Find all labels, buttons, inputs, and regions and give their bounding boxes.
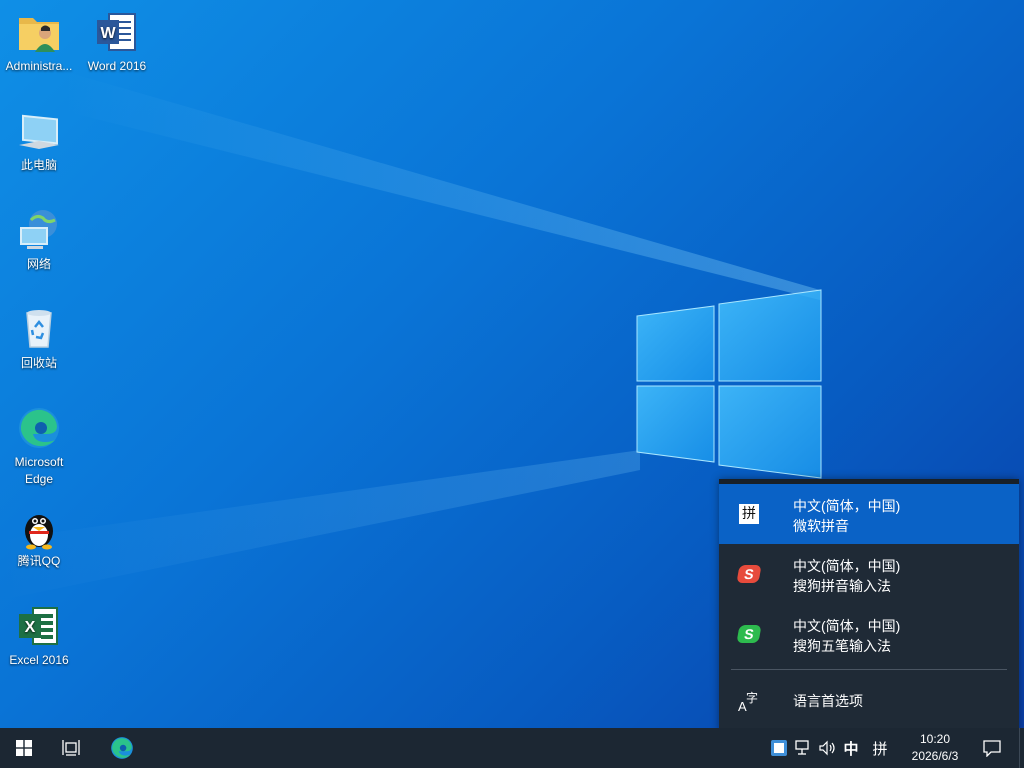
desktop-icon-label: 网络 <box>26 257 51 271</box>
ime-item-language: 中文(简体，中国) <box>793 558 901 574</box>
desktop-icon-network[interactable]: 网络 <box>0 206 78 273</box>
desktop: Administra... W Word 2016 此电脑 网络 回收站 Mic… <box>0 0 1024 728</box>
windows-logo-wallpaper <box>636 289 822 479</box>
ime-item-name: 搜狗五笔输入法 <box>793 638 891 654</box>
desktop-icon-label: Excel 2016 <box>9 653 69 667</box>
ime-item-language: 中文(简体，中国) <box>793 618 901 634</box>
desktop-icon-label: Word 2016 <box>87 59 147 73</box>
ime-item-name: 微软拼音 <box>793 518 849 534</box>
clock-time: 10:20 <box>919 732 951 746</box>
desktop-icon-recycle-bin[interactable]: 回收站 <box>0 305 78 372</box>
desktop-icon-this-pc[interactable]: 此电脑 <box>0 107 78 174</box>
excel-icon: X <box>19 607 58 645</box>
desktop-icon-edge[interactable]: Microsoft Edge <box>0 404 78 488</box>
sogou-wubi-icon-glyph: S <box>736 625 762 643</box>
desktop-icon-label: 腾讯QQ <box>17 554 61 568</box>
tray-ime-layout[interactable]: 拼 <box>868 728 892 768</box>
word-icon: W <box>97 13 136 51</box>
notification-icon <box>983 740 1001 757</box>
ime-item-language: 中文(简体，中国) <box>793 498 901 514</box>
tray-clock[interactable]: 10:20 2026/6/3 <box>900 728 970 768</box>
tray-volume-button[interactable] <box>818 728 838 768</box>
ime-item-sogou-wubi[interactable]: S 中文(简体，中国) 搜狗五笔输入法 <box>719 604 1019 664</box>
pinyin-icon-glyph: 拼 <box>739 504 759 524</box>
task-view-icon <box>62 740 80 756</box>
menu-separator <box>731 669 1007 670</box>
tray-ime-mode[interactable]: 中 <box>840 728 862 768</box>
sogou-pinyin-icon-glyph: S <box>736 565 762 583</box>
user-folder-icon <box>19 18 59 52</box>
tray-sogou-icon[interactable] <box>770 728 788 768</box>
ime-item-sogou-pinyin[interactable]: S 中文(简体，中国) 搜狗拼音输入法 <box>719 544 1019 604</box>
desktop-icon-label: 此电脑 <box>20 158 57 172</box>
svg-text:W: W <box>100 25 116 42</box>
desktop-icon-qq[interactable]: 腾讯QQ <box>0 503 78 570</box>
taskbar: 中 拼 10:20 2026/6/3 <box>0 728 1024 768</box>
taskbar-edge-button[interactable] <box>98 728 146 768</box>
sogou-pinyin-icon: S <box>736 562 762 586</box>
sogou-tray-icon <box>771 740 787 756</box>
clock-date: 2026/6/3 <box>911 749 959 763</box>
recycle-bin-icon <box>26 310 52 348</box>
ime-item-microsoft-pinyin[interactable]: 拼 中文(简体，中国) 微软拼音 <box>719 484 1019 544</box>
language-preferences-item[interactable]: A 字 语言首选项 <box>719 671 1019 728</box>
svg-text:X: X <box>25 619 36 636</box>
desktop-icon-label: Administra... <box>5 59 73 73</box>
language-preferences-icon: A 字 <box>737 689 761 713</box>
qq-icon <box>25 515 53 550</box>
windows-start-icon <box>16 740 32 756</box>
language-preferences-label: 语言首选项 <box>793 693 863 709</box>
computer-icon <box>19 114 59 149</box>
desktop-icon-label: Microsoft Edge <box>14 455 64 486</box>
desktop-icon-word[interactable]: W Word 2016 <box>78 8 156 75</box>
desktop-icon-administrator[interactable]: Administra... <box>0 8 78 75</box>
action-center-button[interactable] <box>976 728 1008 768</box>
desktop-icon-label: 回收站 <box>20 356 57 370</box>
show-desktop-button[interactable] <box>1019 728 1024 768</box>
task-view-button[interactable] <box>48 728 96 768</box>
volume-icon <box>819 740 835 756</box>
svg-text:字: 字 <box>746 690 758 705</box>
sogou-wubi-icon: S <box>736 622 762 646</box>
edge-icon <box>19 408 59 448</box>
network-tray-icon <box>795 740 809 755</box>
ime-item-name: 搜狗拼音输入法 <box>793 578 891 594</box>
start-button[interactable] <box>0 728 48 768</box>
input-method-menu: 拼 中文(简体，中国) 微软拼音 S 中文(简体，中国) 搜狗拼音输入法 S 中… <box>719 479 1019 728</box>
edge-icon <box>111 737 133 759</box>
network-icon <box>20 210 57 249</box>
tray-network-button[interactable] <box>794 728 814 768</box>
desktop-icon-excel[interactable]: X Excel 2016 <box>0 602 78 669</box>
pinyin-icon: 拼 <box>737 502 761 526</box>
